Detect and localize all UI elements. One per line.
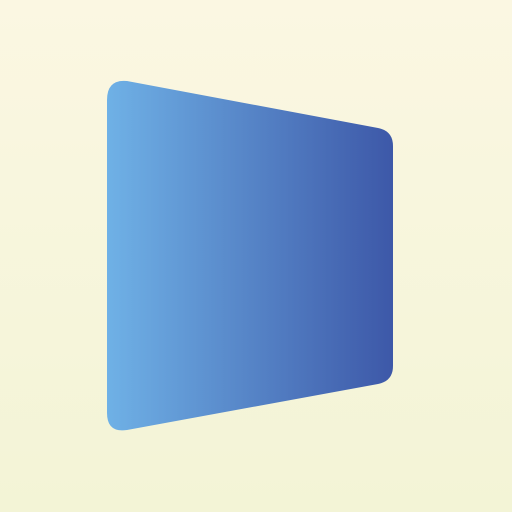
perspective-panel-shape [107,80,393,431]
artwork-canvas [0,0,512,512]
perspective-panel-graphic [107,80,393,431]
